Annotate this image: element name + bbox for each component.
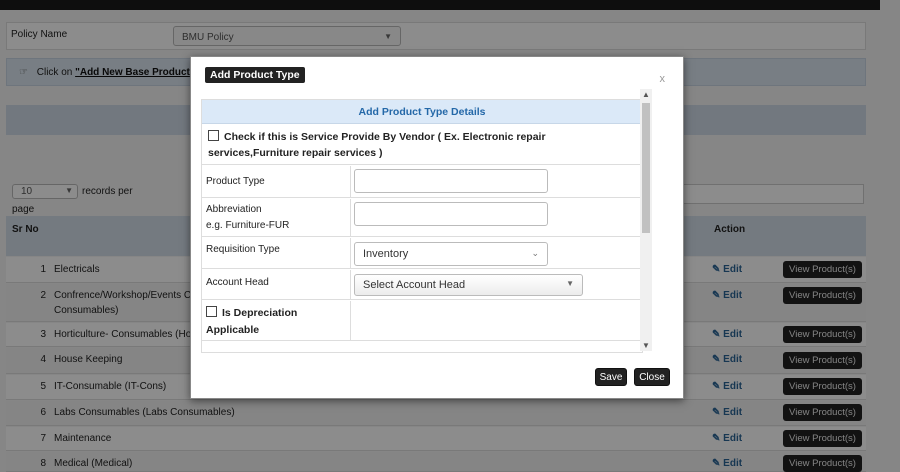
depreciation-label: Is Depreciation	[222, 307, 298, 319]
chevron-down-icon: ▼	[566, 279, 574, 288]
product-type-input[interactable]	[354, 169, 548, 193]
column-divider	[350, 270, 351, 299]
requisition-type-label: Requisition Type	[206, 244, 280, 255]
chevron-up-icon[interactable]: ▲	[642, 90, 650, 99]
vendor-service-row: Check if this is Service Provide By Vend…	[202, 125, 642, 165]
column-divider	[350, 238, 351, 268]
account-head-label: Account Head	[206, 277, 269, 288]
depreciation-label-wrap: Is Depreciation	[206, 306, 297, 320]
account-head-select[interactable]: Select Account Head ▼	[354, 274, 583, 296]
requisition-type-value: Inventory	[363, 248, 409, 260]
close-button[interactable]: Close	[634, 368, 670, 386]
vendor-service-label: Check if this is Service Provide By Vend…	[208, 131, 546, 159]
depreciation-row: Is Depreciation Applicable	[202, 301, 642, 341]
account-head-value: Select Account Head	[363, 279, 466, 291]
close-icon[interactable]: x	[660, 73, 666, 85]
form-title: Add Product Type Details	[202, 100, 642, 124]
dialog-title: Add Product Type	[205, 67, 305, 83]
column-divider	[350, 199, 351, 236]
column-divider	[350, 301, 351, 340]
account-head-row: Account Head Select Account Head ▼	[202, 270, 642, 300]
abbreviation-input[interactable]	[354, 202, 548, 226]
abbreviation-hint: e.g. Furniture-FUR	[206, 220, 290, 231]
vendor-service-checkbox[interactable]	[208, 130, 219, 141]
requisition-type-row: Requisition Type Inventory ⌄	[202, 238, 642, 269]
chevron-down-icon[interactable]: ▼	[642, 341, 650, 350]
product-type-label: Product Type	[206, 176, 265, 187]
requisition-type-select[interactable]: Inventory ⌄	[354, 242, 548, 266]
product-type-row: Product Type	[202, 166, 642, 198]
save-button[interactable]: Save	[595, 368, 627, 386]
depreciation-checkbox[interactable]	[206, 306, 217, 317]
chevron-down-icon: ⌄	[531, 248, 539, 258]
column-divider	[350, 166, 351, 197]
dialog-form: Add Product Type Details Check if this i…	[201, 99, 643, 353]
add-product-type-dialog: Add Product Type x Add Product Type Deta…	[190, 56, 684, 399]
abbreviation-row: Abbreviation e.g. Furniture-FUR	[202, 199, 642, 237]
depreciation-label-line2: Applicable	[206, 324, 260, 336]
abbreviation-label: Abbreviation	[206, 204, 262, 215]
dialog-scrollbar[interactable]: ▲ ▼	[640, 89, 652, 351]
scrollbar-thumb[interactable]	[642, 103, 650, 233]
